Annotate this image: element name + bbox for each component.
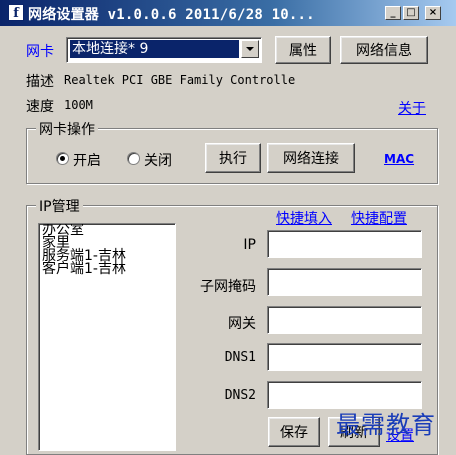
maximize-button[interactable]: □ bbox=[403, 6, 419, 20]
enable-label[interactable]: 开启 bbox=[73, 150, 101, 170]
subnet-mask-input[interactable] bbox=[267, 268, 422, 296]
gateway-label: 网关 bbox=[228, 316, 256, 332]
disable-radio[interactable] bbox=[127, 152, 140, 165]
adapter-label: 网卡 bbox=[26, 44, 54, 60]
profile-list[interactable]: 办公室 家里 服务端1-吉林 客户端1-吉林 bbox=[38, 223, 176, 451]
adapter-ops-legend: 网卡操作 bbox=[36, 119, 98, 139]
dns1-label: DNS1 bbox=[224, 350, 256, 365]
gateway-input[interactable] bbox=[267, 306, 422, 334]
ip-input[interactable] bbox=[267, 230, 422, 258]
quick-fill-link[interactable]: 快捷填入 bbox=[276, 208, 332, 228]
mac-link[interactable]: MAC bbox=[384, 152, 414, 166]
speed-value: 100M bbox=[64, 98, 93, 112]
description-value: Realtek PCI GBE Family Controlle bbox=[64, 73, 296, 87]
subnet-mask-label: 子网掩码 bbox=[200, 279, 256, 295]
network-info-button[interactable]: 网络信息 bbox=[340, 36, 428, 64]
window-title: 网络设置器 v1.0.0.6 2011/6/28 10... bbox=[28, 7, 315, 23]
dns2-label: DNS2 bbox=[224, 388, 256, 403]
adapter-select[interactable]: 本地连接* 9 bbox=[66, 37, 262, 63]
list-item[interactable]: 客户端1-吉林 bbox=[39, 262, 175, 276]
description-label: 描述 bbox=[26, 74, 54, 90]
adapter-select-value: 本地连接* 9 bbox=[70, 40, 239, 58]
enable-radio[interactable] bbox=[56, 152, 69, 165]
ip-label: IP bbox=[243, 237, 256, 253]
close-button[interactable]: × bbox=[425, 6, 441, 20]
network-connections-button[interactable]: 网络连接 bbox=[267, 143, 355, 173]
title-bar[interactable]: f 网络设置器 v1.0.0.6 2011/6/28 10... _ □ × bbox=[0, 0, 456, 26]
watermark-text: 最需教育 bbox=[336, 411, 436, 439]
chevron-down-icon[interactable] bbox=[241, 40, 259, 58]
save-button[interactable]: 保存 bbox=[268, 417, 320, 447]
execute-button[interactable]: 执行 bbox=[205, 143, 261, 173]
properties-button[interactable]: 属性 bbox=[275, 36, 331, 64]
quick-config-link[interactable]: 快捷配置 bbox=[351, 208, 407, 228]
dns1-input[interactable] bbox=[267, 343, 422, 371]
disable-label[interactable]: 关闭 bbox=[144, 150, 172, 170]
speed-label: 速度 bbox=[26, 99, 54, 115]
app-icon[interactable]: f bbox=[8, 4, 24, 21]
about-link[interactable]: 关于 bbox=[398, 98, 426, 118]
ip-management-legend: IP管理 bbox=[36, 196, 83, 216]
minimize-button[interactable]: _ bbox=[385, 6, 401, 20]
